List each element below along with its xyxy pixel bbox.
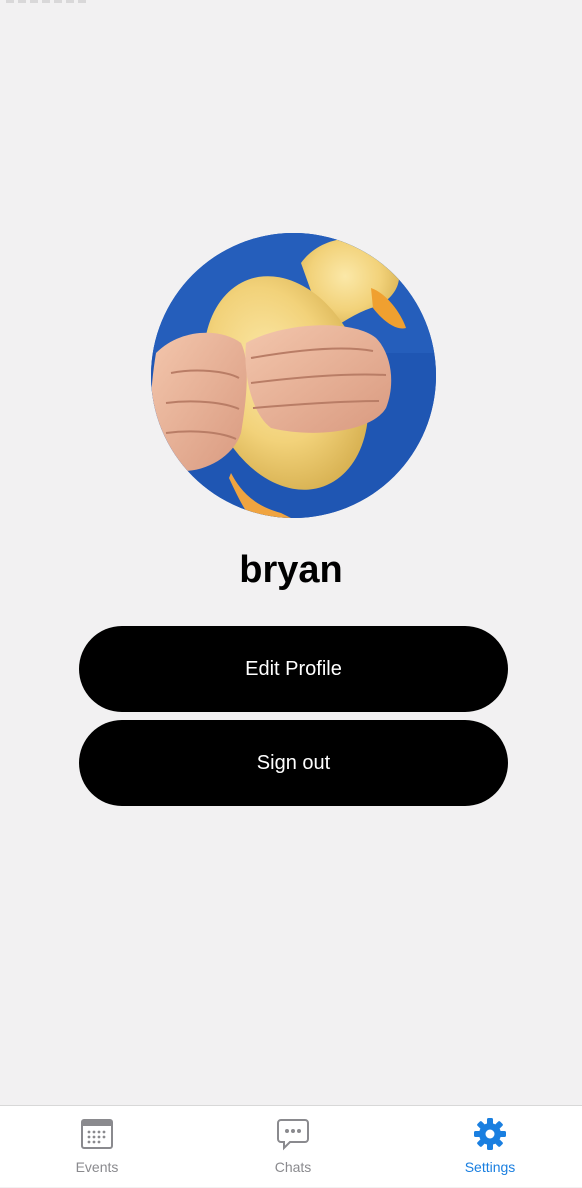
sign-out-button[interactable]: Sign out: [79, 720, 508, 806]
tab-chats[interactable]: Chats: [196, 1106, 390, 1188]
calendar-icon: [81, 1119, 113, 1149]
tab-bar: Events Chats Settings: [0, 1105, 582, 1187]
duckling-photo: [151, 233, 436, 518]
status-bar-remnant: [6, 0, 90, 3]
tab-chats-label: Chats: [274, 1159, 312, 1175]
username: bryan: [239, 549, 343, 591]
tab-settings-label: Settings: [464, 1159, 516, 1175]
avatar: [151, 233, 436, 518]
tab-events-label: Events: [75, 1159, 119, 1175]
gear-icon: [474, 1118, 506, 1150]
edit-profile-button[interactable]: Edit Profile: [79, 626, 508, 712]
chat-bubble-icon: [277, 1119, 309, 1151]
settings-screen: bryan Edit Profile Sign out Events Chats…: [0, 0, 582, 1187]
tab-settings[interactable]: Settings: [393, 1106, 582, 1188]
tab-events[interactable]: Events: [0, 1106, 194, 1188]
